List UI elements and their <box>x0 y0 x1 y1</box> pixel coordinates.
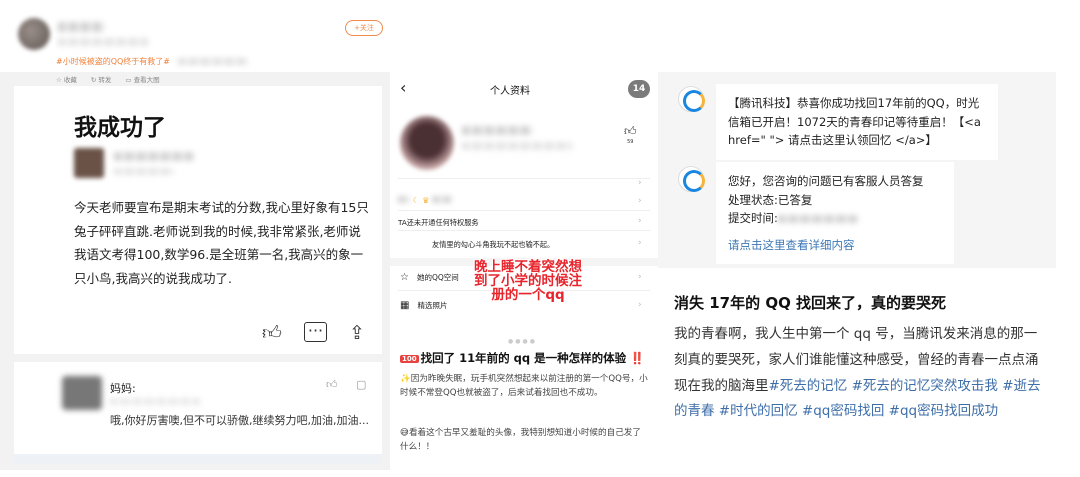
post-actions: 👍︎ ··· ⇪ <box>262 322 365 345</box>
note-title: 100 找回了 11年前的 qq 是一种怎样的体验 ‼️ <box>400 350 644 366</box>
note-body-right: 我的青春啊，我人生中第一个 qq 号，当腾讯发来消息的那一刻真的要哭死，家人们谁… <box>674 322 1044 425</box>
sms-bubble-2: 您好，您咨询的问题已有客服人员答复 处理状态:已答复 提交时间: 请点击这里查看… <box>716 162 954 264</box>
submit-time-blurred <box>777 214 858 223</box>
comment-meta-blurred <box>110 398 200 405</box>
feed-bottom <box>14 454 382 464</box>
signature-text: 友情里的勾心斗角我玩不起也输不起。 <box>432 240 555 249</box>
follow-button[interactable]: +关注 <box>345 20 383 36</box>
note-paragraph-2: 😅看着这个古早又羞耻的头像，我特别想知道小时候的自己发了什么！！ <box>400 428 641 453</box>
author-name-blurred <box>58 22 104 32</box>
notification-badge[interactable]: 14 <box>628 80 650 98</box>
note-title-right: 消失 17年的 QQ 找回来了，真的要哭死 <box>674 294 947 312</box>
chevron-right-icon[interactable]: › <box>638 216 642 226</box>
chevron-right-icon[interactable]: › <box>638 196 642 206</box>
level-more-blurred <box>431 196 452 203</box>
row-divider <box>398 210 650 211</box>
sms-line-3-label: 提交时间: <box>728 211 778 225</box>
like-icon[interactable]: 👍︎ <box>262 322 282 345</box>
post-author-avatar[interactable] <box>74 148 104 178</box>
qzone-label: 她的QQ空间 <box>416 273 459 282</box>
author-meta-blurred <box>58 38 148 46</box>
sms-line-2: 处理状态:已答复 <box>728 192 813 207</box>
divider <box>14 354 382 362</box>
privilege-text: TA还未开通任何特权服务 <box>398 218 479 227</box>
commenter-name[interactable]: 妈妈: <box>110 380 136 396</box>
qq-logo-icon <box>678 166 705 192</box>
profile-name-blurred <box>462 126 532 135</box>
thumbs-up-icon: 👍︎ <box>624 124 637 138</box>
overlay-caption: 晚上睡不着突然想到了小学的时候注册的一个qq <box>474 259 582 303</box>
carousel-dots: ●●●● <box>508 338 537 345</box>
tool-forward[interactable]: ↻ 转发 <box>91 74 112 84</box>
qq-logo-icon <box>678 86 705 112</box>
author-avatar[interactable] <box>18 18 50 50</box>
grid-icon: ▦ <box>400 300 410 311</box>
note-title-text: 找回了 11年前的 qq 是一种怎样的体验 <box>420 351 627 365</box>
topic-tag[interactable]: #小时候被盗的QQ终于有救了# <box>56 56 170 67</box>
left-panel: +关注 #小时候被盗的QQ终于有救了# ☆ 收藏 ↻ 转发 ▭ 查看大图 我成功… <box>0 0 392 477</box>
post-header: +关注 #小时候被盗的QQ终于有救了# <box>0 0 392 72</box>
back-icon[interactable]: ‹ <box>400 78 406 97</box>
post-author-meta-blurred <box>114 168 174 175</box>
tool-collect-label: 收藏 <box>63 76 77 84</box>
post-author-name-blurred <box>114 152 194 161</box>
commenter-avatar[interactable] <box>62 376 102 410</box>
note-paragraph-1: ✨因为昨晚失眠，玩手机突然想起来以前注册的第一个QQ号，小时候不常登QQ也就被盗… <box>400 374 648 399</box>
post-title: 我成功了 <box>74 115 166 141</box>
double-exclamation: ‼️ <box>630 351 645 365</box>
chevron-right-icon[interactable]: › <box>638 272 642 282</box>
profile-id-blurred <box>462 142 572 150</box>
tool-forward-label: 转发 <box>98 76 112 84</box>
sms-panel: 【腾讯科技】恭喜你成功找回17年前的QQ，时光信箱已开启！1072天的青春印记等… <box>658 72 1056 268</box>
photos-row[interactable]: ▦ 精选照片 <box>400 300 447 311</box>
profile-panel: ‹ 个人资料 14 👍︎ 59 › ☾ ♛ › TA还未开通任何特权服务 › 友… <box>390 70 658 477</box>
tool-collect[interactable]: ☆ 收藏 <box>56 74 77 84</box>
tool-view-image-label: 查看大图 <box>133 76 160 84</box>
level-icons[interactable]: ☾ ♛ <box>398 196 452 205</box>
comment-text: 哦,你好厉害噢,但不可以骄傲,继续努力吧,加油,加油... <box>110 414 369 427</box>
hundred-badge: 100 <box>400 354 419 363</box>
post-body: 今天老师要宣布是期末考试的分数,我心里好象有15只兔子砰砰直跳.老师说到我的时候… <box>74 200 369 286</box>
detail-link[interactable]: 请点击这里查看详细内容 <box>728 236 942 255</box>
crown-icon: ♛ <box>422 196 430 205</box>
share-icon[interactable]: ⇪ <box>349 322 365 345</box>
comment-like-icon[interactable]: 👍︎ <box>326 378 338 391</box>
sms-line-3: 提交时间: <box>728 209 942 228</box>
moon-icon: ☾ <box>412 196 420 205</box>
qzone-row[interactable]: ☆ 她的QQ空间 <box>400 272 459 283</box>
post-tools: ☆ 收藏 ↻ 转发 ▭ 查看大图 <box>56 74 160 84</box>
profile-like[interactable]: 👍︎ 59 <box>624 124 637 145</box>
profile-like-count: 59 <box>627 139 634 145</box>
star-icon: ☆ <box>400 272 409 283</box>
profile-navbar: ‹ 个人资料 14 <box>390 70 658 106</box>
comment-icon[interactable]: ··· <box>303 322 328 342</box>
profile-title: 个人资料 <box>490 86 530 97</box>
row-divider <box>398 178 650 179</box>
row-divider <box>398 230 650 231</box>
photos-label: 精选照片 <box>417 301 448 310</box>
sms-line-1: 您好，您咨询的问题已有客服人员答复 <box>728 174 924 188</box>
tag-blurred <box>178 58 248 65</box>
chevron-right-icon[interactable]: › <box>638 238 642 248</box>
tool-view-image[interactable]: ▭ 查看大图 <box>125 74 159 84</box>
sms-bubble-1: 【腾讯科技】恭喜你成功找回17年前的QQ，时光信箱已开启！1072天的青春印记等… <box>716 84 998 160</box>
comment-reply-icon[interactable]: ▢ <box>356 378 366 391</box>
profile-avatar[interactable] <box>400 116 454 170</box>
chevron-right-icon[interactable]: › <box>638 178 642 188</box>
level-icon-blurred <box>398 196 410 203</box>
chevron-right-icon[interactable]: › <box>638 300 642 310</box>
